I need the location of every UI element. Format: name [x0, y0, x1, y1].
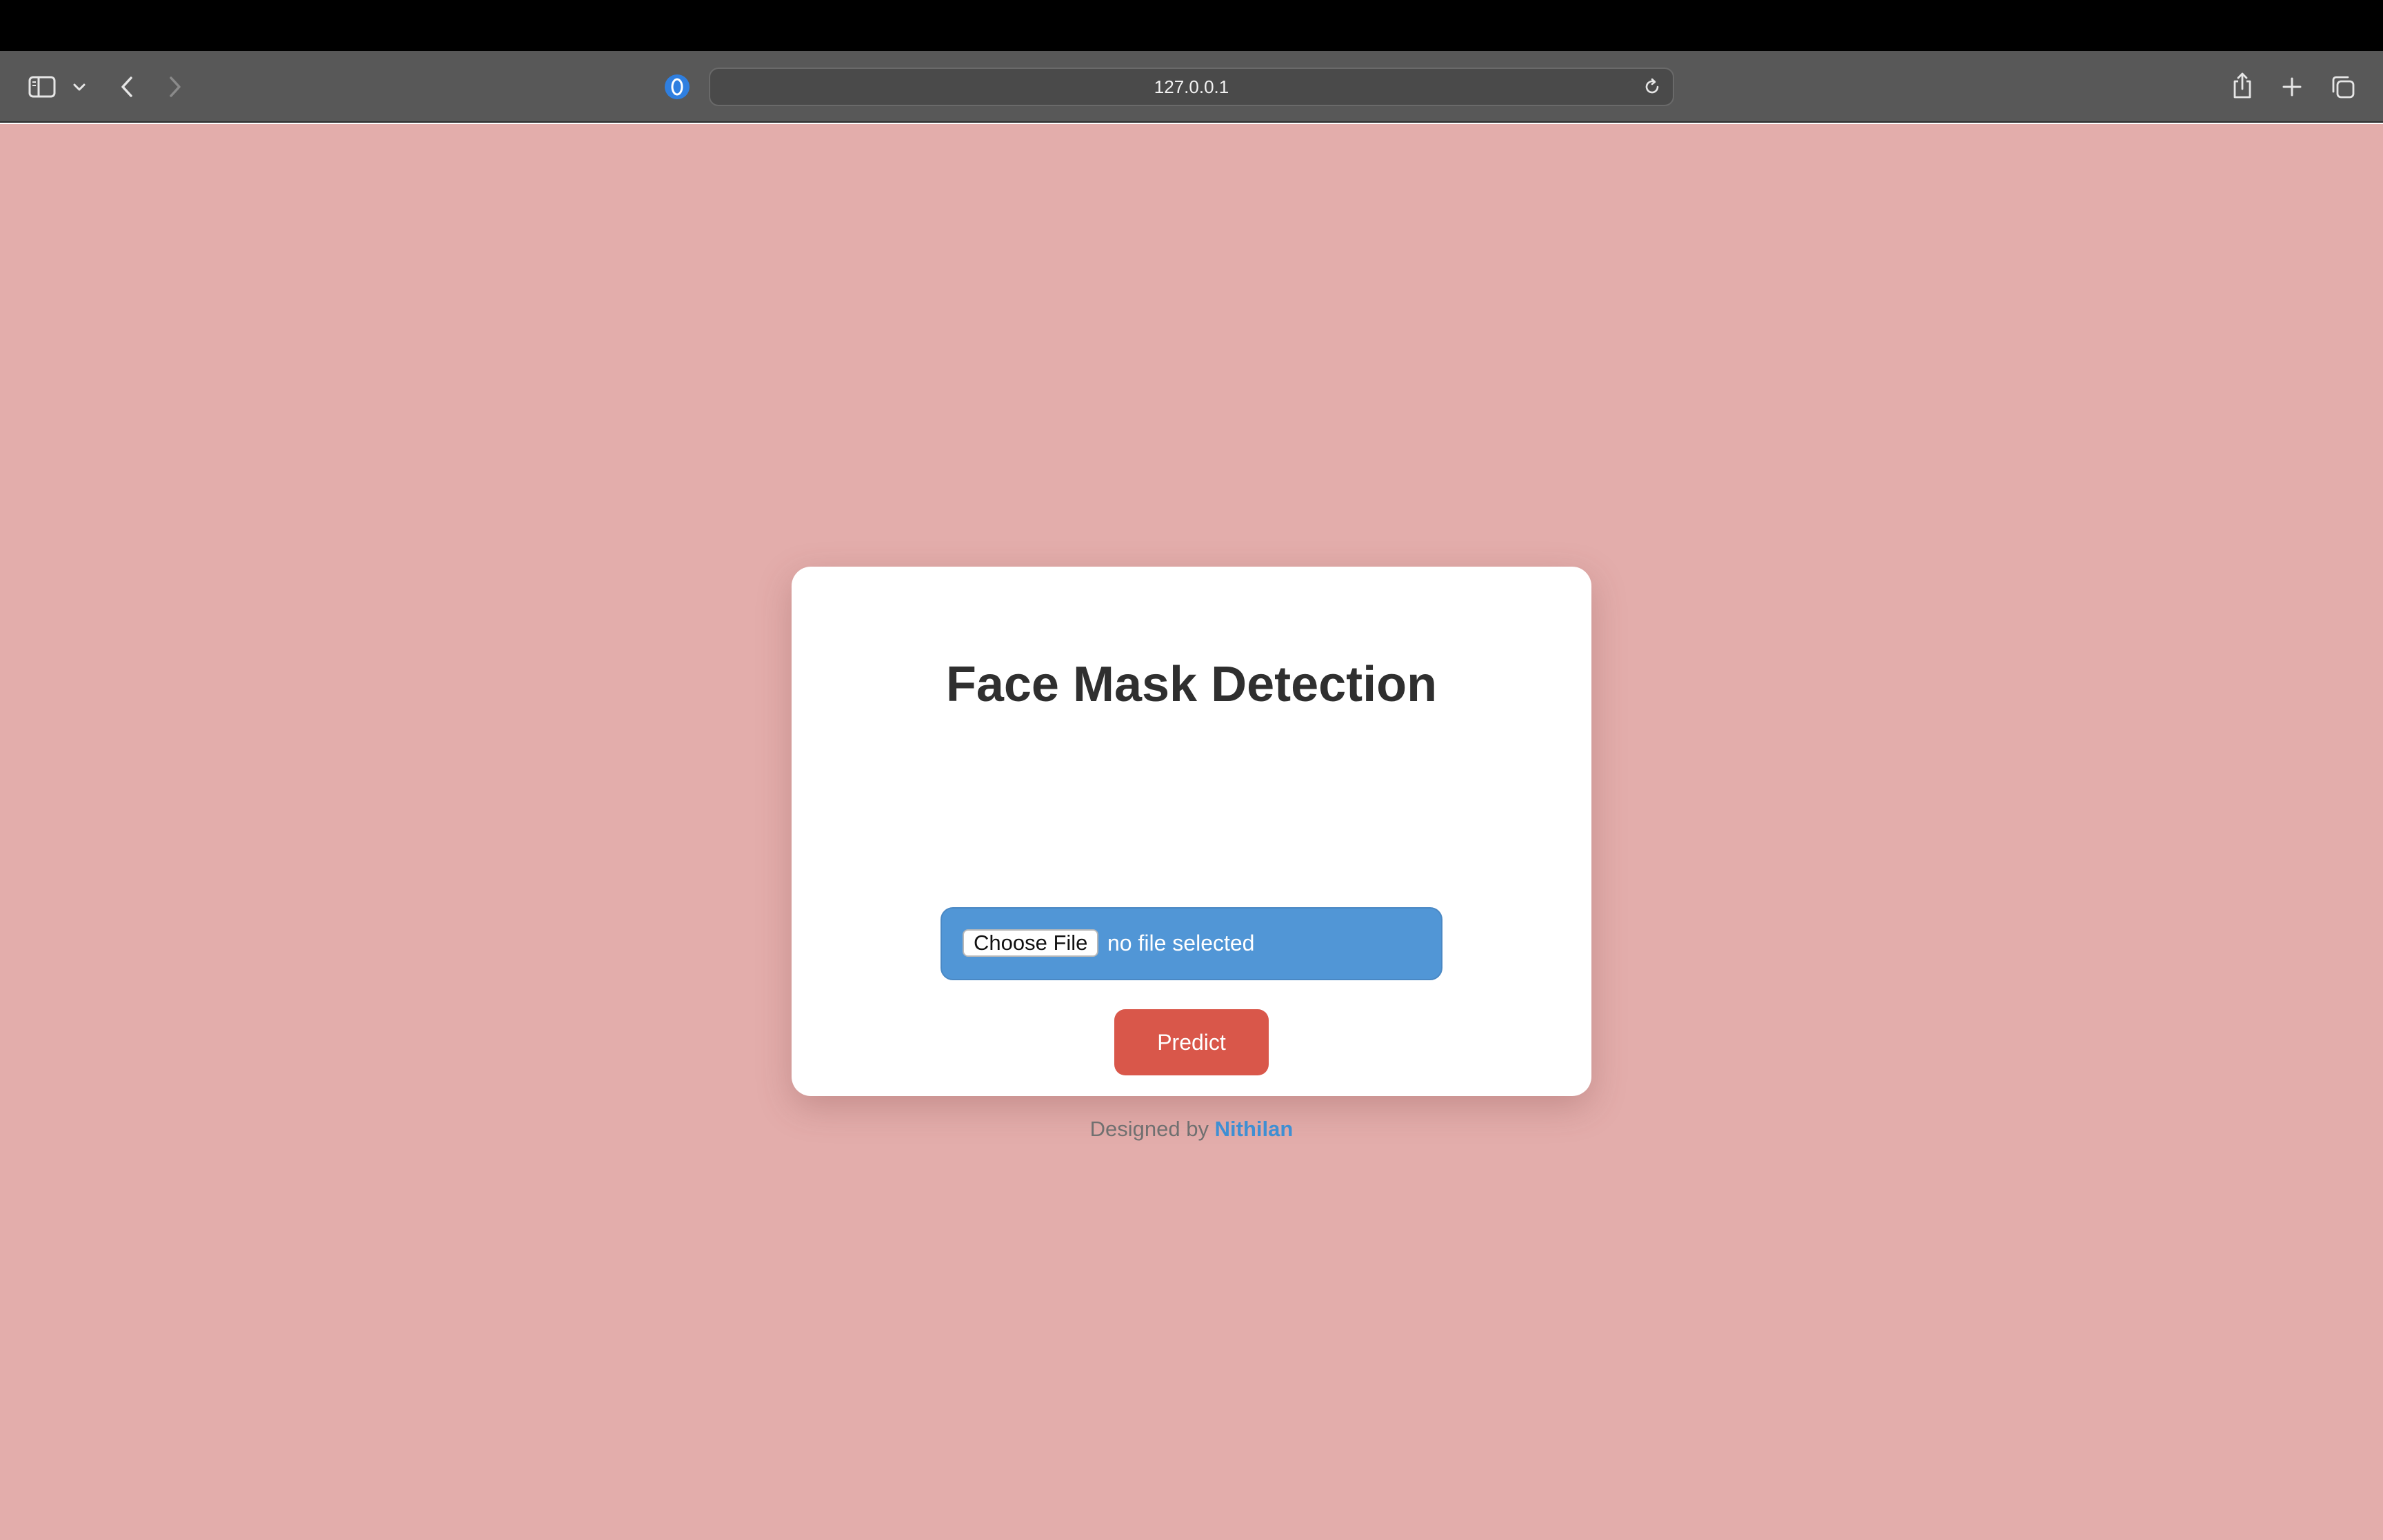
address-bar[interactable]: 127.0.0.1 — [709, 68, 1674, 106]
plus-icon[interactable] — [2278, 72, 2306, 102]
page-viewport: Face Mask Detection Choose File no file … — [0, 124, 2383, 1540]
upload-card: Face Mask Detection Choose File no file … — [792, 567, 1591, 1141]
browser-toolbar: 127.0.0.1 — [0, 51, 2383, 123]
sidebar-toggle-icon[interactable] — [26, 72, 58, 102]
footer-author: Nithilan — [1214, 1117, 1294, 1141]
page-title: Face Mask Detection — [945, 657, 1438, 712]
address-text: 127.0.0.1 — [1154, 76, 1229, 97]
forward-arrow-icon[interactable] — [163, 72, 188, 102]
share-icon[interactable] — [2227, 68, 2258, 103]
file-status-text: no file selected — [1107, 931, 1255, 955]
footer-credit: Designed by Nithilan — [792, 1117, 1591, 1142]
back-arrow-icon[interactable] — [114, 72, 139, 102]
tab-overview-icon[interactable] — [2328, 72, 2358, 102]
chevron-down-icon[interactable] — [69, 79, 90, 97]
extension-shield-icon[interactable] — [662, 72, 692, 102]
footer-prefix: Designed by — [1089, 1117, 1209, 1141]
choose-file-button[interactable]: Choose File — [963, 929, 1099, 957]
predict-button[interactable]: Predict — [1114, 1009, 1269, 1075]
reload-icon[interactable] — [1640, 74, 1665, 99]
system-menu-bar — [0, 0, 2383, 51]
file-input[interactable]: Choose File no file selected — [941, 907, 1442, 980]
